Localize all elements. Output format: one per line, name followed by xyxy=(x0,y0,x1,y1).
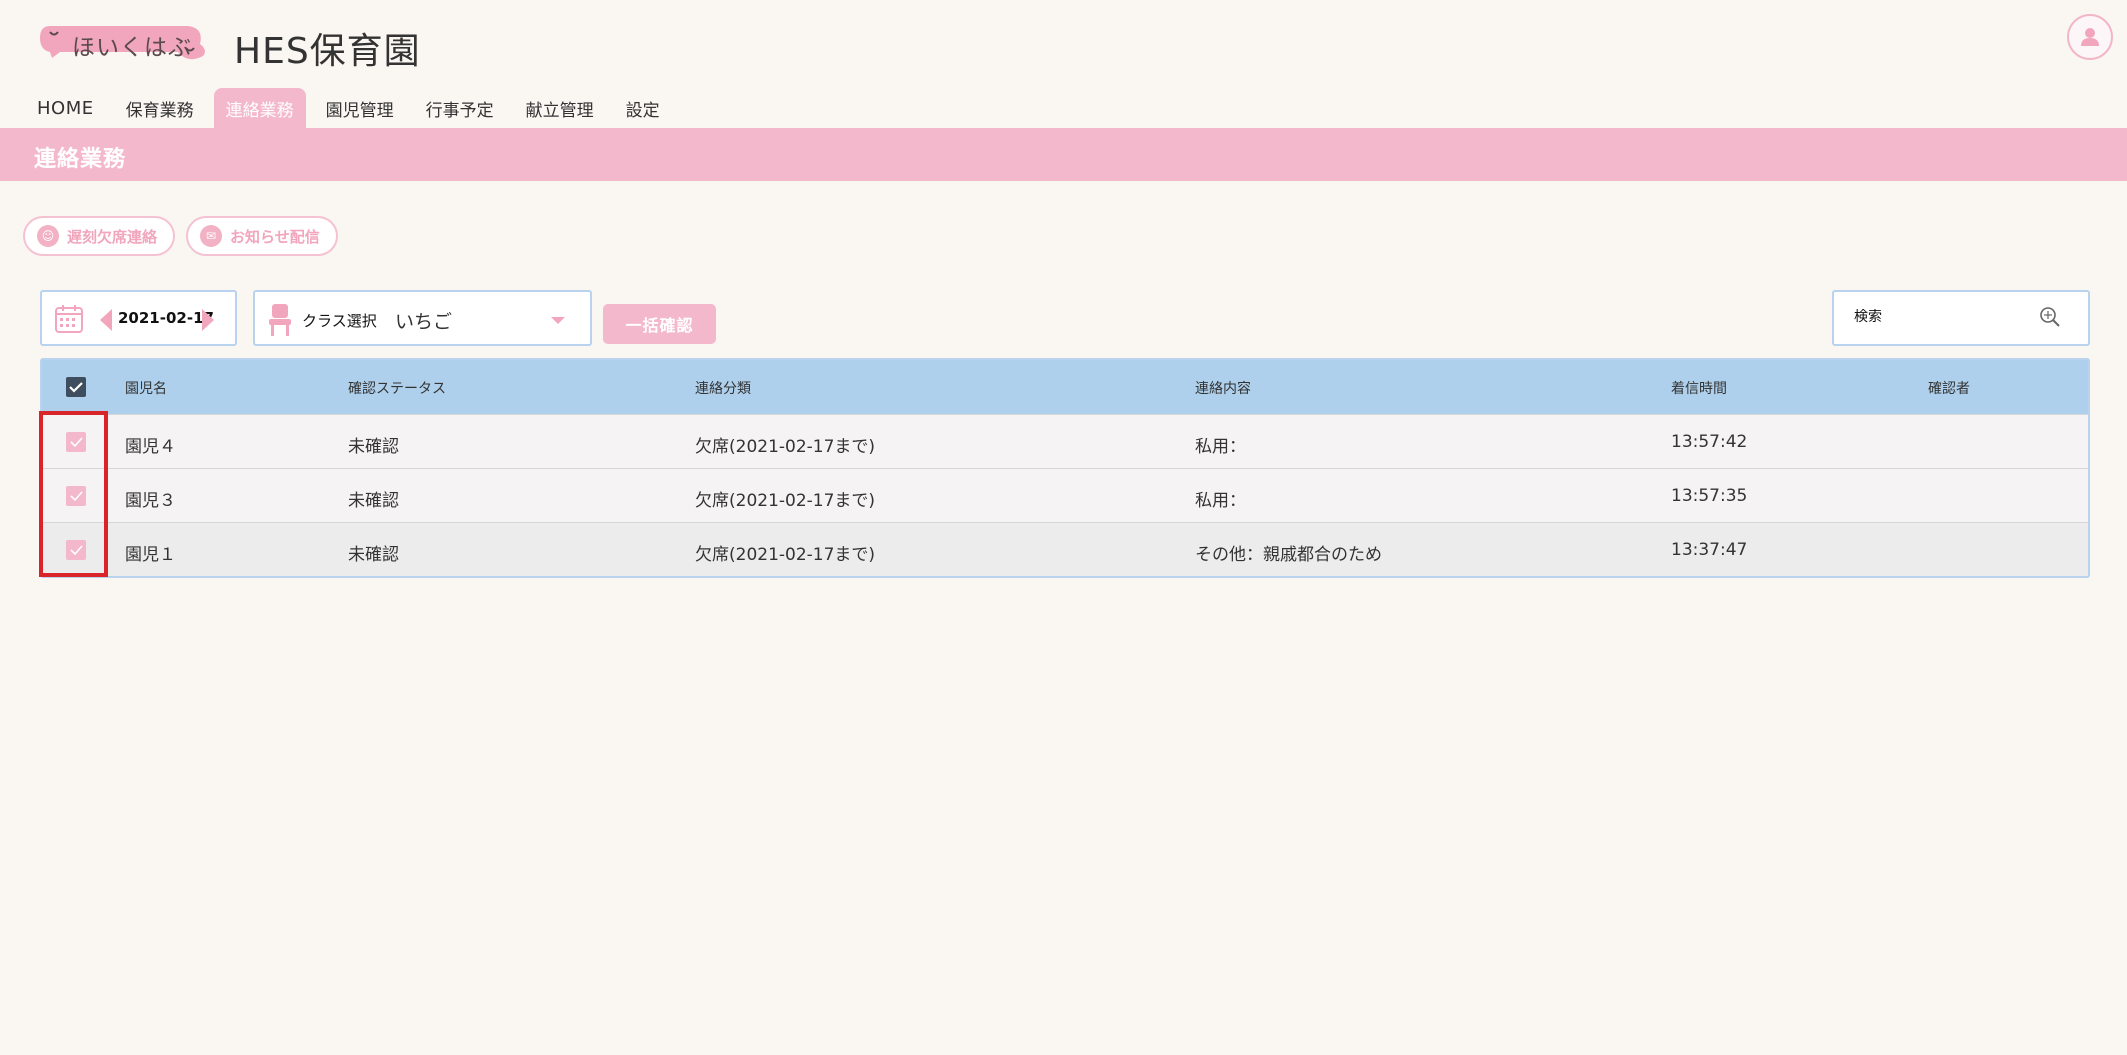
column-header-type[interactable]: 連絡分類 xyxy=(695,378,751,398)
column-header-status[interactable]: 確認ステータス xyxy=(348,378,446,398)
class-select-value: いちご xyxy=(395,311,453,333)
contact-content: 私用： xyxy=(1195,437,1246,457)
chair-icon xyxy=(269,304,291,336)
section-header: 連絡業務 xyxy=(0,128,2127,181)
user-icon xyxy=(2081,28,2099,46)
child-name: 園児１ xyxy=(125,545,176,565)
calendar-icon[interactable] xyxy=(54,304,84,334)
checkbox-highlight-annotation xyxy=(39,411,108,577)
column-header-confirmer[interactable]: 確認者 xyxy=(1928,378,1970,398)
school-name: HES保育園 xyxy=(234,31,421,72)
received-time: 13:57:42 xyxy=(1671,432,1748,452)
column-header-name[interactable]: 園児名 xyxy=(125,378,167,398)
status-text: 未確認 xyxy=(348,437,399,457)
received-time: 13:37:47 xyxy=(1671,540,1748,560)
logo-text: ほいくはぶ xyxy=(72,35,192,61)
prev-date-button[interactable] xyxy=(100,309,112,331)
page-title: 連絡業務 xyxy=(34,147,127,172)
contact-content: 私用： xyxy=(1195,491,1246,511)
contact-content: その他：親戚都合のため xyxy=(1195,545,1382,565)
tab-home[interactable]: HOME xyxy=(26,88,106,128)
tab-events[interactable]: 行事予定 xyxy=(414,88,506,128)
absence-contact-label: 遅刻欠席連絡 xyxy=(67,227,158,246)
contact-type: 欠席(2021-02-17まで) xyxy=(695,545,876,565)
table-header: 園児名 確認ステータス 連絡分類 連絡内容 着信時間 確認者 xyxy=(42,360,2088,414)
select-all-checkbox[interactable] xyxy=(66,377,86,397)
notice-broadcast-label: お知らせ配信 xyxy=(230,227,320,246)
main-nav: HOME 保育業務 連絡業務 園児管理 行事予定 献立管理 設定 xyxy=(26,88,680,128)
bulk-confirm-button[interactable]: 一括確認 xyxy=(603,304,716,344)
absence-contact-button[interactable]: ☺ 遅刻欠席連絡 xyxy=(23,216,175,256)
tab-settings[interactable]: 設定 xyxy=(614,88,672,128)
next-date-button[interactable] xyxy=(202,309,214,331)
column-header-content[interactable]: 連絡内容 xyxy=(1195,378,1251,398)
status-text: 未確認 xyxy=(348,491,399,511)
chevron-down-icon xyxy=(551,317,565,324)
child-name: 園児４ xyxy=(125,437,176,457)
tab-contact[interactable]: 連絡業務 xyxy=(213,88,306,128)
column-header-time[interactable]: 着信時間 xyxy=(1671,378,1727,398)
tab-childcare[interactable]: 保育業務 xyxy=(114,88,206,128)
date-picker: 2021-02-17 xyxy=(40,290,237,346)
status-text: 未確認 xyxy=(348,545,399,565)
check-icon xyxy=(69,382,83,393)
table-row[interactable]: 園児１ 未確認 欠席(2021-02-17まで) その他：親戚都合のため 13:… xyxy=(42,522,2088,576)
child-name: 園児３ xyxy=(125,491,176,511)
app-logo[interactable]: ほいくはぶ xyxy=(38,22,208,64)
face-icon: ☺ xyxy=(37,225,59,247)
notice-broadcast-button[interactable]: ✉ お知らせ配信 xyxy=(186,216,338,256)
search-icon[interactable] xyxy=(2039,306,2061,328)
date-value[interactable]: 2021-02-17 xyxy=(118,309,214,327)
class-select[interactable]: クラス選択 いちご xyxy=(253,290,592,346)
mail-icon: ✉ xyxy=(200,225,222,247)
tab-children[interactable]: 園児管理 xyxy=(314,88,406,128)
received-time: 13:57:35 xyxy=(1671,486,1748,506)
tab-menu[interactable]: 献立管理 xyxy=(514,88,606,128)
user-menu-button[interactable] xyxy=(2067,14,2113,60)
table-row[interactable]: 園児３ 未確認 欠席(2021-02-17まで) 私用： 13:57:35 xyxy=(42,468,2088,522)
search-input[interactable] xyxy=(1854,309,2034,325)
class-select-label: クラス選択 xyxy=(302,312,377,330)
contact-type: 欠席(2021-02-17まで) xyxy=(695,437,876,457)
contact-type: 欠席(2021-02-17まで) xyxy=(695,491,876,511)
search-box xyxy=(1832,290,2090,346)
contact-table: 園児名 確認ステータス 連絡分類 連絡内容 着信時間 確認者 園児４ 未確認 欠… xyxy=(40,358,2090,578)
table-row[interactable]: 園児４ 未確認 欠席(2021-02-17まで) 私用： 13:57:42 xyxy=(42,414,2088,468)
